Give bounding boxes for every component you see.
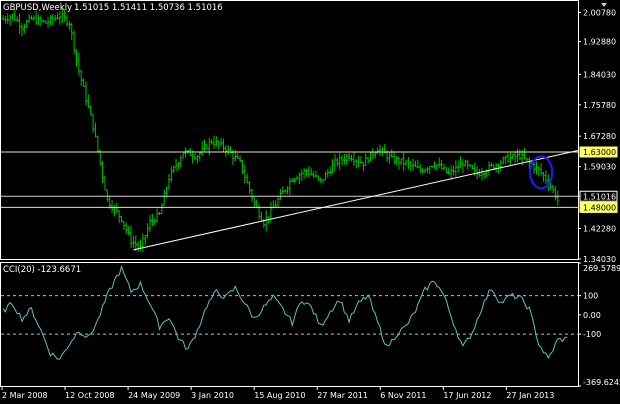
price-y-tick-label: 2.00780	[583, 8, 616, 17]
price-y-tick-label: 1.34030	[583, 255, 616, 264]
x-tick-label: 6 Nov 2011	[380, 391, 426, 400]
price-level-badge-label: 1.48000	[583, 203, 616, 212]
price-level-badge: 1.51016	[579, 190, 618, 202]
x-tick-label: 27 Mar 2011	[317, 391, 368, 400]
x-tick-label: 17 Jun 2012	[443, 391, 491, 400]
price-level-badge-label: 1.51016	[583, 192, 616, 201]
price-y-tick-label: 1.84030	[583, 70, 616, 79]
x-tick-label: 24 May 2009	[128, 391, 180, 400]
price-y-tick-label: 1.42280	[583, 225, 616, 234]
ohlc-values: 1.51015 1.51411 1.50736 1.51016	[74, 3, 223, 13]
x-tick-label: 12 Oct 2008	[65, 391, 114, 400]
gbpusd-weekly-chart[interactable]: 2.00780 1.92880 1.84030 1.75780 1.67280 1.590…	[0, 0, 620, 404]
cci-y-tick-label: 100	[583, 292, 598, 301]
x-tick-label: 3 Jan 2010	[191, 391, 234, 400]
symbol-timeframe-label: GBPUSD,Weekly	[3, 3, 72, 13]
price-level-badge: 1.48000	[579, 201, 618, 213]
price-y-tick-label: 1.75780	[583, 101, 616, 110]
x-tick-label: 15 Aug 2010	[254, 391, 305, 400]
x-tick-label: 27 Jan 2013	[506, 391, 554, 400]
cci-y-tick-label: 269.5789	[583, 264, 620, 273]
cci-y-tick-label: -369.6245	[583, 378, 620, 387]
price-y-tick-label: 1.59030	[583, 163, 616, 172]
chart-background	[0, 0, 620, 404]
x-tick-label: 2 Mar 2008	[2, 391, 48, 400]
price-level-badge: 1.63000	[579, 146, 618, 158]
cci-y-tick-label: -100	[583, 330, 601, 339]
cci-y-tick-label: 0.00	[583, 311, 601, 320]
price-y-tick-label: 1.92880	[583, 38, 616, 47]
cci-indicator-label: CCI(20) -123.6671	[3, 265, 81, 275]
price-level-badge-label: 1.63000	[583, 148, 616, 157]
price-y-tick-label: 1.67280	[583, 132, 616, 141]
